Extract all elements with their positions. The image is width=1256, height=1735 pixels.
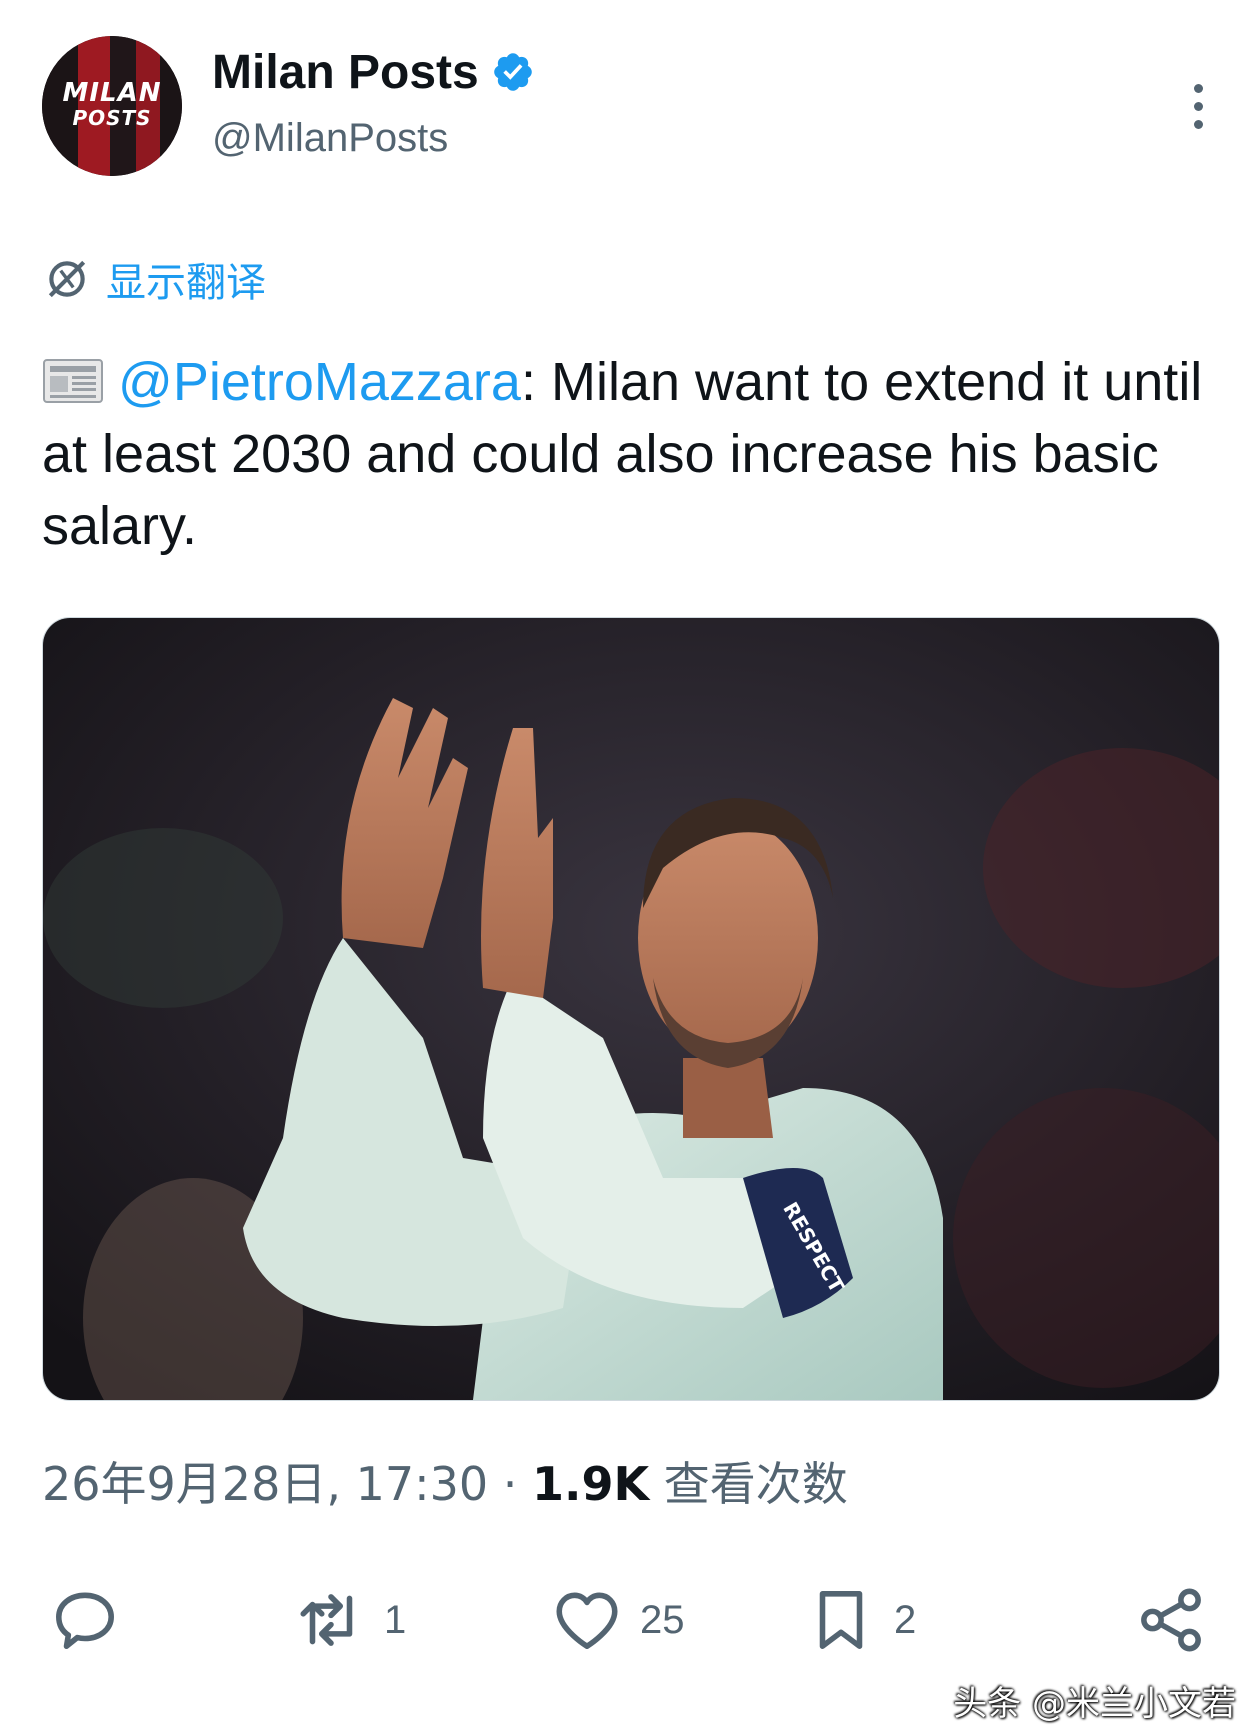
tweet-photo[interactable]: RESPECT — [42, 617, 1220, 1401]
show-translation-link[interactable]: 显示翻译 — [42, 250, 266, 308]
avatar[interactable]: MILAN POSTS — [42, 36, 182, 176]
show-translation-label: 显示翻译 — [106, 260, 266, 306]
handle[interactable]: @MilanPosts — [212, 116, 448, 161]
reply-icon — [56, 1592, 114, 1649]
share-icon — [1141, 1588, 1201, 1652]
more-options-icon[interactable] — [1186, 84, 1210, 144]
translate-globe-icon — [48, 260, 86, 298]
tweet-actions: 1 25 2 — [0, 1570, 1256, 1670]
meta-separator: · — [488, 1457, 533, 1511]
player-photo: RESPECT — [43, 618, 1219, 1400]
timestamp[interactable]: 26年9月28日, 17:30 — [42, 1457, 488, 1511]
share-button[interactable] — [1134, 1570, 1208, 1670]
newspaper-emoji-icon — [43, 359, 103, 403]
tweet-header: MILAN POSTS Milan Posts @MilanPosts — [42, 36, 1222, 176]
views-label: 查看次数 — [649, 1457, 848, 1511]
like-count: 25 — [640, 1597, 685, 1642]
reply-button[interactable] — [48, 1570, 122, 1670]
retweet-count: 1 — [384, 1597, 407, 1642]
tweet-meta: 26年9月28日, 17:30 · 1.9K 查看次数 — [42, 1448, 848, 1514]
like-button[interactable]: 25 — [550, 1570, 685, 1670]
verified-badge-icon[interactable] — [491, 50, 535, 94]
mention-link[interactable]: @PietroMazzara — [118, 352, 521, 412]
bookmark-icon — [819, 1591, 863, 1649]
retweet-icon — [300, 1594, 353, 1646]
retweet-button[interactable]: 1 — [294, 1570, 406, 1670]
avatar-logo-line1: MILAN — [62, 78, 162, 108]
heart-icon — [556, 1592, 618, 1649]
display-name[interactable]: Milan Posts — [212, 45, 479, 100]
bookmark-button[interactable]: 2 — [804, 1570, 916, 1670]
views-count: 1.9K — [532, 1457, 650, 1511]
tweet-body: @PietroMazzara: Milan want to extend it … — [42, 346, 1227, 562]
bookmark-count: 2 — [894, 1597, 917, 1642]
source-watermark: 头条 @米兰小文若 — [953, 1684, 1236, 1724]
avatar-logo-line2: POSTS — [72, 106, 152, 130]
